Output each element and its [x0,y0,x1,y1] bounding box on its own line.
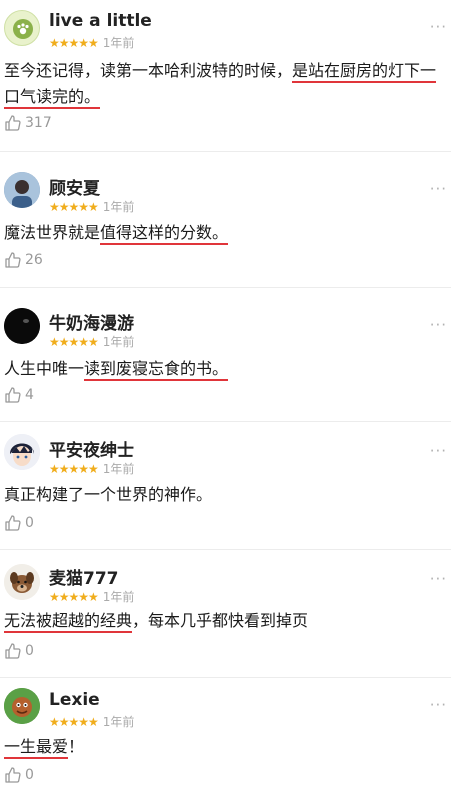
timestamp: 1年前 [102,36,135,50]
username[interactable]: 顾安夏 [49,174,100,199]
star-rating: ★★★★★ [49,461,99,476]
username[interactable]: Lexie [49,690,100,710]
username[interactable]: 麦猫777 [49,564,119,589]
like-count: 0 [25,767,34,783]
review-text: 人生中唯一读到废寝忘食的书。 [4,356,447,382]
rating-row: ★★★★★ 1年前 [49,588,134,605]
review-text: 至今还记得，读第一本哈利波特的时候，是站在厨房的灯下一口气读完的。 [4,58,447,110]
like-count: 26 [25,252,43,268]
like-button[interactable]: 0 [4,514,34,532]
highlighted-text: 一生最爱 [4,737,69,759]
star-rating: ★★★★★ [49,199,99,214]
like-button[interactable]: 4 [4,386,34,404]
thumbs-up-icon [5,643,21,659]
rating-row: ★★★★★ 1年前 [49,460,134,477]
black-circle-icon [4,308,40,344]
review-item: 麦猫777 ★★★★★ 1年前 ··· 无法被超越的经典，每本几乎都快看到掉页 … [0,550,451,676]
paw-icon [13,19,33,39]
review-item: 顾安夏 ★★★★★ 1年前 ··· 魔法世界就是值得这样的分数。 26 [0,152,451,286]
avatar[interactable] [4,308,40,344]
review-text-part: ，每本几乎都快看到掉页 [132,611,309,630]
timestamp: 1年前 [102,590,135,604]
like-count: 0 [25,515,34,531]
timestamp: 1年前 [102,715,135,729]
more-options-icon[interactable]: ··· [430,18,447,36]
thumbs-up-icon [5,767,21,783]
timestamp: 1年前 [102,200,135,214]
highlighted-text: 无法被超越的经典 [4,611,133,633]
review-text-part: ！ [68,737,85,756]
more-options-icon[interactable]: ··· [430,180,447,198]
like-count: 0 [25,643,34,659]
more-options-icon[interactable]: ··· [430,442,447,460]
thumbs-up-icon [5,252,21,268]
username[interactable]: 平安夜绅士 [49,436,134,461]
more-options-icon[interactable]: ··· [430,570,447,588]
timestamp: 1年前 [102,462,135,476]
avatar[interactable] [4,688,40,724]
review-text-part: 魔法世界就是 [4,223,101,242]
review-item: live a little ★★★★★ 1年前 ··· 至今还记得，读第一本哈利… [0,0,451,150]
like-button[interactable]: 0 [4,766,34,784]
more-options-icon[interactable]: ··· [430,696,447,714]
avatar[interactable] [4,434,40,470]
thumbs-up-icon [5,387,21,403]
review-text: 真正构建了一个世界的神作。 [4,482,447,508]
username[interactable]: 牛奶海漫游 [49,309,134,334]
thumbs-up-icon [5,515,21,531]
avatar[interactable] [4,10,40,46]
like-button[interactable]: 317 [4,114,52,132]
thumbs-up-icon [5,115,21,131]
highlighted-text: 读到废寝忘食的书。 [84,359,229,381]
review-item: Lexie ★★★★★ 1年前 ··· 一生最爱！ 0 [0,678,451,798]
review-text-part: 真正构建了一个世界的神作。 [4,485,213,504]
like-button[interactable]: 26 [4,251,43,269]
user-photo-icon [4,172,40,208]
review-text: 无法被超越的经典，每本几乎都快看到掉页 [4,608,447,634]
rating-row: ★★★★★ 1年前 [49,34,134,51]
highlighted-text: 值得这样的分数。 [100,223,229,245]
username[interactable]: live a little [49,11,152,31]
rating-row: ★★★★★ 1年前 [49,713,134,730]
rating-row: ★★★★★ 1年前 [49,333,134,350]
like-count: 4 [25,387,34,403]
star-rating: ★★★★★ [49,35,99,50]
star-rating: ★★★★★ [49,714,99,729]
review-item: 平安夜绅士 ★★★★★ 1年前 ··· 真正构建了一个世界的神作。 0 [0,422,451,548]
review-text: 一生最爱！ [4,734,447,760]
rating-row: ★★★★★ 1年前 [49,198,134,215]
like-count: 317 [25,115,52,131]
review-text-part: 至今还记得，读第一本哈利波特的时候， [4,61,293,80]
anime-character-icon [4,434,40,470]
avatar[interactable] [4,564,40,600]
review-text-part: 人生中唯一 [4,359,85,378]
timestamp: 1年前 [102,335,135,349]
star-rating: ★★★★★ [49,589,99,604]
review-list: live a little ★★★★★ 1年前 ··· 至今还记得，读第一本哈利… [0,0,451,798]
review-item: 牛奶海漫游 ★★★★★ 1年前 ··· 人生中唯一读到废寝忘食的书。 4 [0,288,451,420]
dog-photo-icon [4,564,40,600]
more-options-icon[interactable]: ··· [430,316,447,334]
review-text: 魔法世界就是值得这样的分数。 [4,220,447,246]
cartoon-character-icon [4,688,40,724]
like-button[interactable]: 0 [4,642,34,660]
avatar[interactable] [4,172,40,208]
star-rating: ★★★★★ [49,334,99,349]
